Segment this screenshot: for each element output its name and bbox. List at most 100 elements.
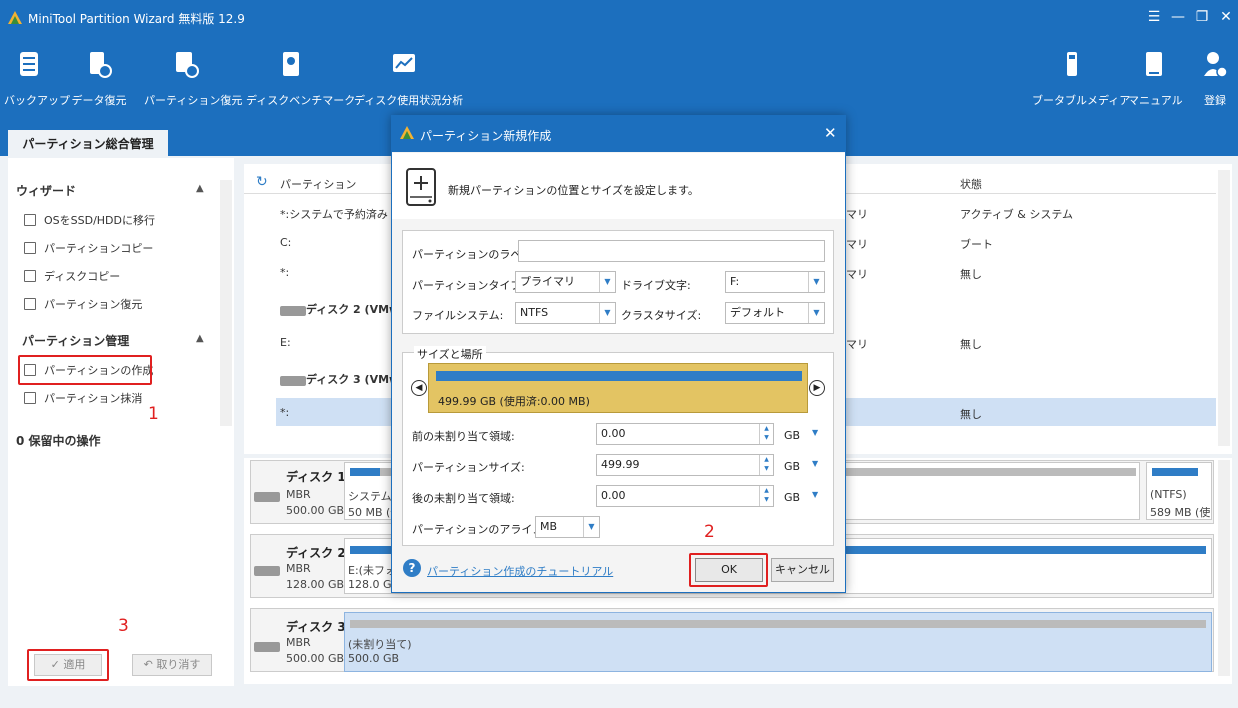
partition-recovery-icon (173, 48, 199, 80)
tutorial-link[interactable]: パーティション作成のチュートリアル (427, 563, 613, 579)
partition-recovery-button[interactable]: パーティション復元 (144, 48, 242, 108)
table-scrollbar[interactable] (1218, 170, 1230, 446)
undo-button[interactable]: ↶ 取り消す (132, 654, 212, 676)
disk-benchmark-icon (278, 48, 304, 80)
unit-label: GB (784, 460, 801, 473)
data-recovery-label: データ復元 (71, 94, 127, 107)
manual-button[interactable]: マニュアル (1128, 48, 1183, 108)
highlight-ok (689, 553, 768, 587)
move-left-button[interactable]: ◀ (411, 380, 427, 396)
partition-size-label: パーティションサイズ: (412, 461, 525, 474)
partition-label-input[interactable] (518, 240, 825, 262)
manual-label: マニュアル (1128, 94, 1183, 107)
partition-management-collapse-icon[interactable]: ▲ (196, 333, 204, 344)
disk-3-size: 500.00 GB (286, 652, 345, 665)
wizard-collapse-icon[interactable]: ▲ (196, 183, 204, 194)
row-status: アクティブ & システム (960, 208, 1074, 221)
space-analyzer-button[interactable]: ディスク使用状況分析 (354, 48, 463, 108)
row-name[interactable]: *: (280, 406, 289, 419)
tab-partition-management[interactable]: パーティション総合管理 (8, 130, 168, 158)
minimize-button[interactable]: — (1168, 8, 1188, 26)
partition-size-input[interactable]: 499.99 ▲ ▼ (596, 454, 774, 476)
help-icon[interactable]: ? (403, 559, 421, 577)
disk-1-size: 500.00 GB (286, 504, 345, 517)
unit-dropdown-icon[interactable]: ▼ (812, 459, 818, 468)
unallocated-before-label: 前の未割り当て領域: (412, 430, 515, 443)
spinner-icon[interactable]: ▲ ▼ (759, 424, 773, 444)
disk-1-plast-size: 589 MB (使用 (1150, 506, 1210, 519)
unit-dropdown-icon[interactable]: ▼ (812, 490, 818, 499)
cluster-size-select[interactable]: デフォルト ▼ (725, 302, 825, 324)
column-status[interactable]: 状態 (960, 176, 982, 192)
file-system-value: NTFS (520, 306, 549, 319)
sidebar-item-partition-recovery[interactable]: パーティション復元 (24, 296, 142, 312)
drive-letter-value: F: (730, 275, 740, 288)
unit-label: GB (784, 429, 801, 442)
disk-1-icon (254, 492, 280, 502)
highlight-apply (27, 649, 109, 681)
sidebar-item-label: パーティション抹消 (44, 392, 143, 405)
data-recovery-button[interactable]: データ復元 (70, 48, 128, 108)
cancel-button[interactable]: キャンセル (771, 558, 834, 582)
row-name[interactable]: C: (280, 236, 291, 249)
partition-size-value: 499.99 (601, 458, 640, 471)
disk-1-name: ディスク 1 (286, 470, 346, 484)
sidebar-item-migrate-os[interactable]: OSをSSD/HDDに移行 (24, 212, 155, 228)
sidebar-item-disk-copy[interactable]: ディスクコピー (24, 268, 120, 284)
menu-icon[interactable]: ☰ (1144, 8, 1164, 26)
register-icon (1202, 48, 1228, 80)
space-analyzer-icon (391, 48, 417, 80)
disk-icon (280, 376, 306, 386)
row-status: 無し (960, 408, 982, 421)
highlight-create-partition (18, 355, 152, 385)
register-label: 登録 (1204, 94, 1226, 107)
row-name[interactable]: *:システムで予約済み (280, 206, 388, 222)
row-name[interactable]: *: (280, 266, 289, 279)
disk-3-p1-label: (未割り当て) (348, 638, 412, 651)
disk-3-p1-size: 500.0 GB (348, 652, 400, 665)
maximize-button[interactable]: ❐ (1192, 8, 1212, 26)
unallocated-after-input[interactable]: 0.00 ▲ ▼ (596, 485, 774, 507)
partition-type-value: プライマリ (520, 275, 575, 288)
chevron-down-icon: ▼ (808, 303, 824, 323)
partition-type-select[interactable]: プライマリ ▼ (515, 271, 616, 293)
cluster-size-value: デフォルト (730, 306, 785, 319)
sidebar-item-label: ディスクコピー (44, 270, 121, 283)
disk-1-type: MBR (286, 488, 311, 501)
chevron-down-icon: ▼ (808, 272, 824, 292)
register-button[interactable]: 登録 (1196, 48, 1234, 108)
annotation-number-3: 3 (118, 616, 129, 636)
file-system-select[interactable]: NTFS ▼ (515, 302, 616, 324)
disk-copy-icon (24, 270, 36, 282)
sidebar-item-label: OSをSSD/HDDに移行 (44, 214, 155, 227)
sidebar-scrollbar[interactable] (220, 180, 232, 426)
new-partition-icon (406, 168, 436, 206)
move-right-button[interactable]: ▶ (809, 380, 825, 396)
spinner-icon[interactable]: ▲ ▼ (759, 455, 773, 475)
close-button[interactable]: ✕ (1216, 8, 1236, 26)
cluster-size-label: クラスタサイズ: (621, 309, 702, 322)
spinner-icon[interactable]: ▲ ▼ (759, 486, 773, 506)
disk-map-scrollbar[interactable] (1218, 460, 1230, 676)
unit-dropdown-icon[interactable]: ▼ (812, 428, 818, 437)
backup-button[interactable]: バックアップ (4, 48, 70, 108)
pending-operations: 0 保留中の操作 (16, 434, 101, 448)
dialog-close-button[interactable]: ✕ (824, 124, 837, 142)
dialog-header-text: 新規パーティションの位置とサイズを設定します。 (448, 184, 699, 197)
sidebar-item-wipe-partition[interactable]: パーティション抹消 (24, 390, 142, 406)
sidebar-item-partition-copy[interactable]: パーティションコピー (24, 240, 153, 256)
row-name[interactable]: E: (280, 336, 291, 349)
disk-2-icon (254, 566, 280, 576)
disk-benchmark-button[interactable]: ディスクベンチマーク (246, 48, 355, 108)
unallocated-before-input[interactable]: 0.00 ▲ ▼ (596, 423, 774, 445)
row-status: 無し (960, 338, 982, 351)
partition-recovery-small-icon (24, 298, 36, 310)
row-type: マリ (846, 338, 868, 351)
drive-letter-select[interactable]: F: ▼ (725, 271, 825, 293)
refresh-icon[interactable]: ↻ (256, 174, 268, 190)
annotation-number-1: 1 (148, 404, 159, 424)
window-title: MiniTool Partition Wizard 無料版 12.9 (28, 12, 245, 26)
alignment-select[interactable]: MB ▼ (535, 516, 600, 538)
bootable-media-button[interactable]: ブータブルメディア (1032, 48, 1130, 108)
column-partition[interactable]: パーティション (280, 176, 356, 192)
